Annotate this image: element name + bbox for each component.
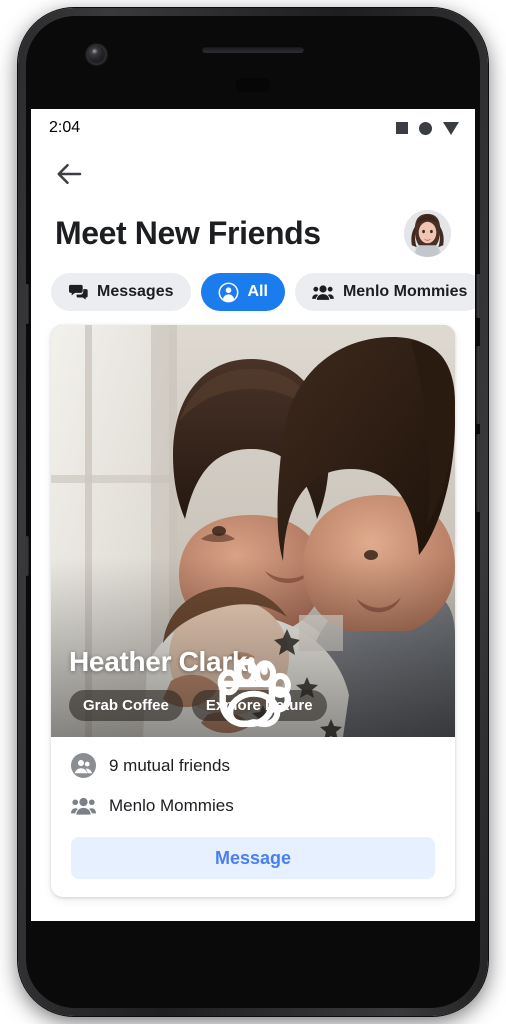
profile-card[interactable]: Heather Clark Grab Coffee Explore Nature… — [51, 325, 455, 897]
header: Meet New Friends — [31, 201, 475, 263]
phone-screen: 2:04 Meet New Friends Messages All Menlo… — [31, 109, 475, 921]
chip-menlo-mommies[interactable]: Menlo Mommies — [294, 273, 475, 311]
earpiece-speaker — [202, 46, 304, 53]
nav-bar — [31, 147, 475, 201]
tag-explore-nature[interactable]: Explore Nature — [191, 658, 327, 728]
interest-tag-row: Grab Coffee Explore Nature — [69, 657, 437, 728]
card-body: 9 mutual friends Menlo Mommies Message — [51, 737, 455, 897]
chip-messages-label: Messages — [97, 283, 174, 300]
group-icon — [71, 797, 96, 815]
mutual-friends-row: 9 mutual friends — [71, 753, 435, 778]
power-button[interactable] — [476, 274, 480, 318]
phone-frame: 2:04 Meet New Friends Messages All Menlo… — [18, 8, 488, 1016]
triangle-down-icon — [443, 121, 459, 135]
status-icons — [396, 121, 459, 135]
group-label: Menlo Mommies — [109, 795, 234, 815]
square-icon — [396, 122, 408, 134]
filter-chip-row[interactable]: Messages All Menlo Mommies — [31, 263, 475, 325]
left-side-button-top[interactable] — [26, 284, 29, 324]
paw-print-icon — [217, 658, 291, 728]
volume-down-button[interactable] — [476, 434, 480, 512]
user-avatar-image — [404, 209, 451, 257]
front-camera-icon — [86, 44, 107, 65]
group-row: Menlo Mommies — [71, 793, 435, 818]
chip-all-label: All — [247, 283, 268, 300]
left-side-button-bottom[interactable] — [26, 536, 29, 576]
status-time: 2:04 — [49, 119, 81, 136]
photo-overlay-content: Heather Clark Grab Coffee Explore Nature — [51, 646, 455, 737]
status-bar: 2:04 — [31, 109, 475, 147]
back-arrow-icon — [57, 164, 82, 184]
friends-circle-icon — [71, 753, 96, 778]
profile-photo: Heather Clark Grab Coffee Explore Nature — [51, 325, 455, 737]
page-title: Meet New Friends — [55, 214, 321, 251]
message-button[interactable]: Message — [71, 837, 435, 879]
sensor-housing — [235, 78, 271, 92]
group-icon — [312, 285, 334, 300]
circle-icon — [419, 121, 432, 135]
chip-messages[interactable]: Messages — [51, 273, 191, 311]
volume-up-button[interactable] — [476, 346, 480, 424]
person-circle-icon — [218, 282, 238, 302]
chip-menlo-mommies-label: Menlo Mommies — [342, 283, 468, 300]
back-button[interactable] — [55, 159, 85, 189]
chat-bubbles-icon — [69, 284, 88, 300]
mutual-friends-label: 9 mutual friends — [109, 755, 230, 775]
chip-all[interactable]: All — [200, 273, 285, 311]
phone-bezel: 2:04 Meet New Friends Messages All Menlo… — [26, 16, 480, 1008]
avatar[interactable] — [404, 209, 451, 257]
